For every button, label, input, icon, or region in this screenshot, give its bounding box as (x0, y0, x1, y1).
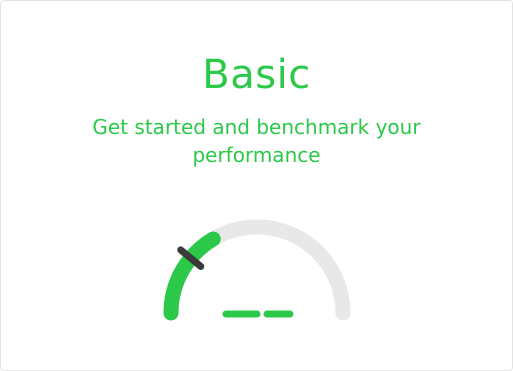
gauge-track (163, 219, 351, 321)
speedometer-gauge-icon (163, 219, 351, 321)
plan-subtitle: Get started and benchmark your performan… (92, 115, 421, 167)
plan-card[interactable]: Basic Get started and benchmark your per… (0, 0, 513, 371)
plan-title: Basic (202, 52, 311, 98)
